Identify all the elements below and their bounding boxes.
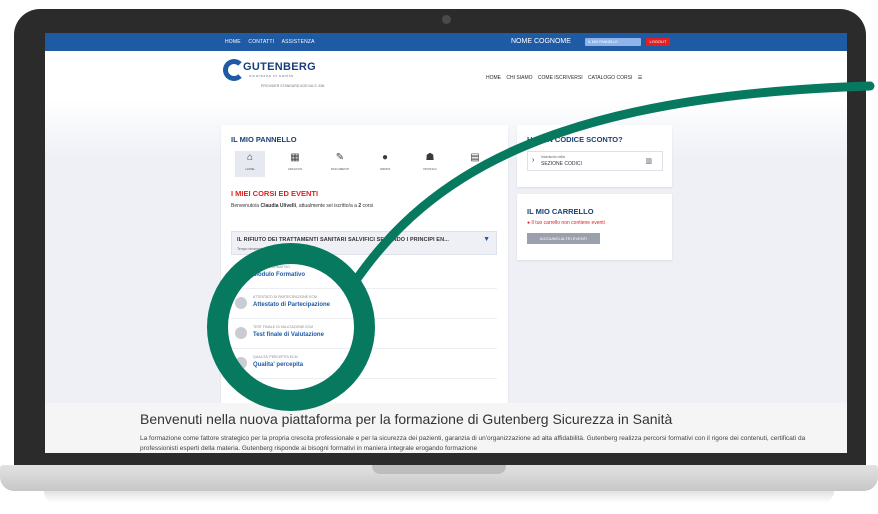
site-header: GUTENBERG sicurezza in sanità PROVIDER S… bbox=[45, 51, 847, 99]
panel-documents-button[interactable]: ✎ DOCUMENTI bbox=[325, 151, 355, 177]
nav-chi-siamo[interactable]: CHI SIAMO bbox=[506, 75, 532, 81]
documents-icon: ✎ bbox=[335, 152, 345, 163]
welcome-text: Benvenuto/a Claudia Ulivelli, attualment… bbox=[231, 203, 373, 209]
top-bar: HOME CONTATTI ASSISTENZA NOME COGNOME IL… bbox=[45, 33, 847, 51]
screen: HOME CONTATTI ASSISTENZA NOME COGNOME IL… bbox=[45, 33, 847, 453]
top-links: HOME CONTATTI ASSISTENZA bbox=[225, 39, 321, 45]
warning-icon: ● bbox=[527, 220, 531, 226]
top-link-contatti[interactable]: CONTATTI bbox=[248, 39, 274, 45]
nav-home[interactable]: HOME bbox=[486, 75, 501, 81]
panel-orders-label: ORDINI bbox=[379, 167, 391, 171]
camera-icon bbox=[442, 15, 451, 24]
panel-title: IL MIO PANNELLO bbox=[231, 135, 297, 144]
panel-archive-label: ARCHIVIO bbox=[287, 167, 303, 171]
home-icon: ⌂ bbox=[246, 152, 254, 163]
logout-button[interactable]: LOGOUT bbox=[646, 38, 670, 46]
panel-home-label: HOME bbox=[245, 167, 255, 171]
intro-title: Benvenuti nella nuova piattaforma per la… bbox=[140, 411, 673, 427]
discount-small-text: Inseriscilo nella bbox=[541, 155, 565, 159]
user-name: NOME COGNOME bbox=[511, 38, 571, 45]
panel-profile-label: PROFILO bbox=[423, 167, 437, 171]
welcome-name: Claudia Ulivelli bbox=[260, 203, 297, 209]
archive-icon: ▦ bbox=[290, 152, 300, 163]
discount-title: HAI UN CODICE SCONTO? bbox=[527, 135, 623, 144]
welcome-prefix: Benvenuto/a bbox=[231, 203, 260, 209]
panel-profile-button[interactable]: ☗ PROFILO bbox=[415, 151, 445, 177]
cart-card: IL MIO CARRELLO ● Il tuo carrello non co… bbox=[517, 194, 672, 260]
welcome-mid: , attualmente sei iscritto/a a bbox=[296, 203, 357, 209]
barcode-icon: ▥ bbox=[645, 158, 652, 165]
chevron-right-icon: › bbox=[532, 157, 535, 164]
laptop-shadow bbox=[44, 491, 834, 503]
welcome-suffix: corsi bbox=[362, 203, 374, 209]
my-panel-button[interactable]: IL MIO PANNELLO bbox=[585, 38, 641, 46]
cart-title: IL MIO CARRELLO bbox=[527, 207, 594, 216]
discount-card: HAI UN CODICE SCONTO? › Inseriscilo nell… bbox=[517, 125, 672, 187]
top-link-assistenza[interactable]: ASSISTENZA bbox=[282, 39, 315, 45]
my-courses-title: I MIEI CORSI ED EVENTI bbox=[231, 189, 319, 198]
course-title: IL RIFIUTO DEI TRATTAMENTI SANITARI SALV… bbox=[237, 237, 450, 243]
intro-text: La formazione come fattore strategico pe… bbox=[140, 435, 806, 452]
logo-title[interactable]: GUTENBERG bbox=[243, 61, 316, 73]
welcome-count: 2 bbox=[358, 203, 362, 209]
nav-come-iscriversi[interactable]: COME ISCRIVERSI bbox=[538, 75, 583, 81]
panel-home-button[interactable]: ⌂ HOME bbox=[235, 151, 265, 177]
nav-catalogo-corsi[interactable]: CATALOGO CORSI bbox=[588, 75, 632, 81]
panel-codes-button[interactable]: ▤ CODICI bbox=[460, 151, 490, 177]
logo-icon[interactable] bbox=[223, 59, 245, 81]
panel-icon-row: ⌂ HOME ▦ ARCHIVIO ✎ DOCUMENTI ● ORDINI ☗ bbox=[231, 151, 501, 177]
menu-icon[interactable]: ☰ bbox=[638, 75, 642, 81]
top-link-home[interactable]: HOME bbox=[225, 39, 241, 45]
intro-section: Benvenuti nella nuova piattaforma per la… bbox=[45, 403, 847, 453]
discount-section-link[interactable]: › Inseriscilo nella SEZIONE CODICI ▥ bbox=[527, 151, 663, 171]
main-nav: HOME CHI SIAMO COME ISCRIVERSI CATALOGO … bbox=[486, 75, 646, 81]
profile-icon: ☗ bbox=[425, 152, 435, 163]
cart-empty-text: Il tuo carrello non contiene eventi bbox=[531, 220, 605, 226]
panel-codes-label: CODICI bbox=[469, 167, 481, 171]
laptop-base-notch bbox=[372, 465, 506, 474]
logo-subtitle: sicurezza in sanità bbox=[249, 73, 294, 78]
orders-icon: ● bbox=[381, 152, 389, 163]
add-events-button[interactable]: AGGIUNGI ALTRI EVENTI bbox=[527, 233, 600, 244]
laptop-mockup: HOME CONTATTI ASSISTENZA NOME COGNOME IL… bbox=[0, 0, 878, 514]
chevron-down-icon[interactable]: ▼ bbox=[483, 236, 490, 243]
discount-big-text: SEZIONE CODICI bbox=[541, 161, 582, 167]
panel-archive-button[interactable]: ▦ ARCHIVIO bbox=[280, 151, 310, 177]
panel-orders-button[interactable]: ● ORDINI bbox=[370, 151, 400, 177]
codes-icon: ▤ bbox=[470, 152, 480, 163]
panel-documents-label: DOCUMENTI bbox=[330, 167, 350, 171]
cart-empty-message: ● Il tuo carrello non contiene eventi bbox=[527, 220, 605, 226]
logo-badge-text: PROVIDER STANDARD AGE.NA.S. 836 bbox=[261, 84, 325, 88]
magnifier-lens-icon bbox=[207, 243, 375, 411]
